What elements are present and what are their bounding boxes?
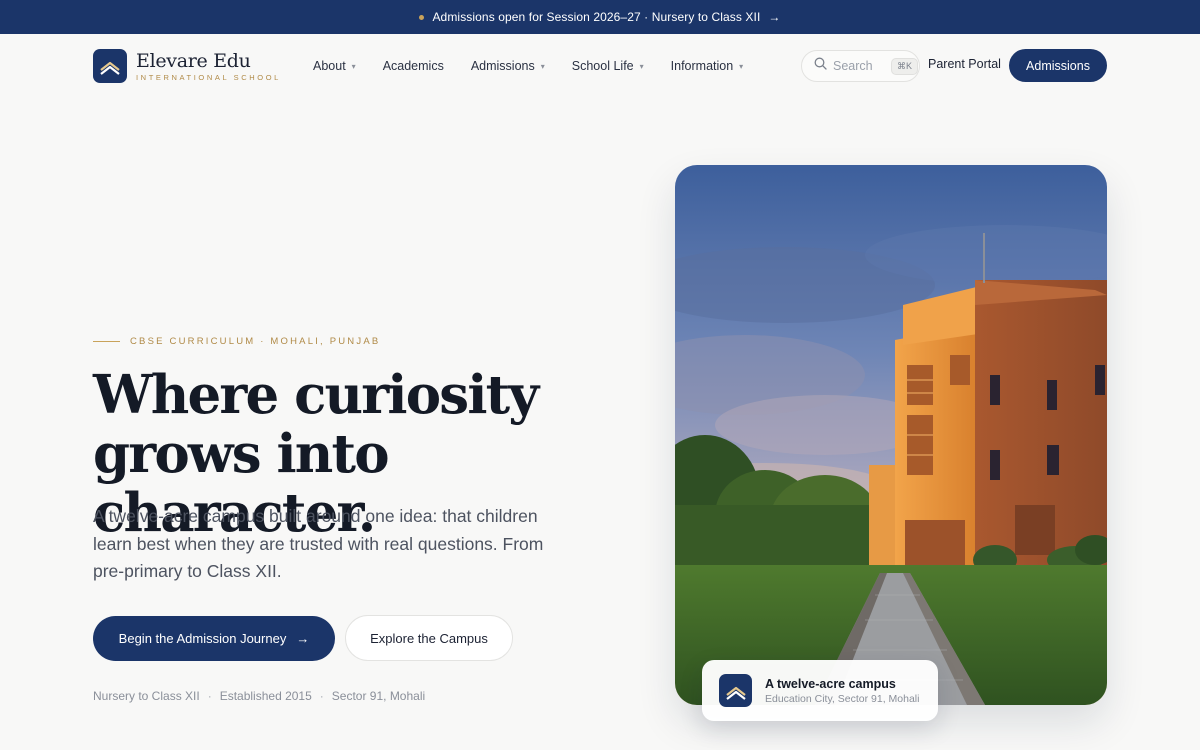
arrow-right-icon: → (768, 10, 781, 24)
site-header: Elevare Edu INTERNATIONAL SCHOOL About ▾… (0, 34, 1200, 98)
eyebrow-text: CBSE CURRICULUM · MOHALI, PUNJAB (130, 336, 381, 347)
nav-item-admissions[interactable]: Admissions ▾ (471, 59, 545, 73)
caption-subtitle: Education City, Sector 91, Mohali (765, 692, 920, 705)
nav-item-label: Admissions (470, 59, 535, 73)
chevron-down-icon: ▾ (639, 61, 644, 71)
hero-eyebrow: CBSE CURRICULUM · MOHALI, PUNJAB (93, 336, 380, 347)
nav-item-label: School Life (571, 59, 634, 73)
campus-photo (675, 165, 1107, 705)
nav-item-label: About (313, 59, 346, 73)
begin-admission-button[interactable]: Begin the Admission Journey → (93, 616, 335, 661)
begin-admission-label: Begin the Admission Journey (118, 631, 287, 646)
hero-facts: Nursery to Class XII · Established 2015 … (93, 689, 425, 703)
nav-item-school-life[interactable]: School Life ▾ (572, 59, 644, 73)
fact-item: Established 2015 (219, 689, 312, 703)
main-nav: About ▾ Academics Admissions ▾ School Li… (313, 34, 770, 98)
brand-name: Elevare Edu (136, 49, 251, 72)
chevron-down-icon: ▾ (351, 61, 356, 71)
announcement-text: Admissions open for Session 2026–27 · Nu… (432, 10, 761, 24)
announcement-dot-icon (419, 14, 425, 20)
announcement-bar[interactable]: Admissions open for Session 2026–27 · Nu… (0, 0, 1200, 34)
fact-separator: · (319, 689, 324, 703)
campus-illustration (675, 165, 1107, 705)
search-icon (814, 57, 827, 75)
hero-description: A twelve-acre campus built around one id… (93, 506, 544, 581)
hero-title-line-1: Where curiosity (93, 364, 539, 426)
nav-item-about[interactable]: About ▾ (313, 59, 356, 73)
photo-caption-card: A twelve-acre campus Education City, Sec… (702, 660, 938, 721)
search-box[interactable]: ⌘K (801, 50, 920, 82)
explore-campus-button[interactable]: Explore the Campus (345, 615, 513, 661)
nav-item-label: Academics (382, 59, 444, 73)
nav-item-label: Information (670, 59, 734, 73)
chevron-down-icon: ▾ (739, 61, 744, 71)
chevron-crest-icon (93, 49, 127, 83)
chevron-down-icon: ▾ (540, 61, 545, 71)
caption-title: A twelve-acre campus (765, 676, 896, 691)
arrow-right-icon: → (296, 631, 310, 646)
search-input[interactable] (833, 59, 889, 73)
admissions-button[interactable]: Admissions (1009, 49, 1107, 82)
chevron-crest-icon (719, 674, 752, 707)
brand-tagline: INTERNATIONAL SCHOOL (136, 72, 281, 82)
fact-separator: · (207, 689, 212, 703)
eyebrow-divider (93, 341, 120, 342)
brand-logo-link[interactable]: Elevare Edu INTERNATIONAL SCHOOL (93, 49, 281, 83)
search-shortcut-badge: ⌘K (891, 57, 919, 75)
parent-portal-link[interactable]: Parent Portal (928, 57, 1001, 71)
fact-item: Nursery to Class XII (93, 689, 200, 703)
nav-item-information[interactable]: Information ▾ (671, 59, 744, 73)
nav-item-academics[interactable]: Academics (383, 59, 444, 73)
fact-item: Sector 91, Mohali (331, 689, 426, 703)
